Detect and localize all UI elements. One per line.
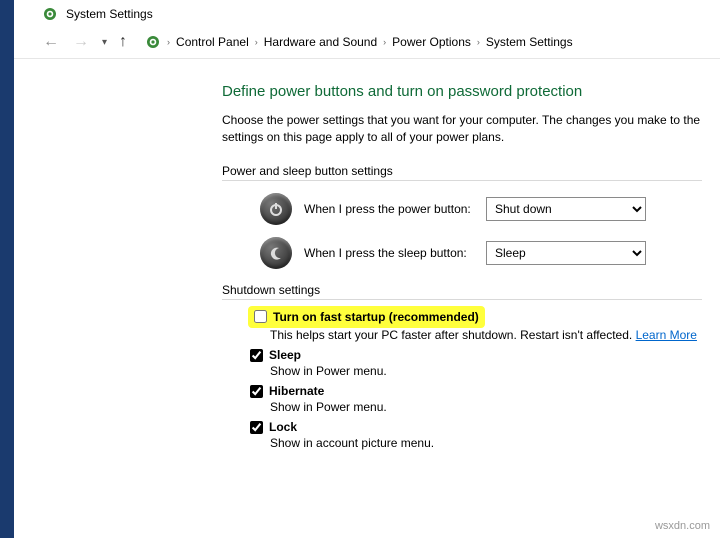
- chevron-right-icon: ›: [383, 37, 386, 47]
- address-bar: ← → ▾ ↑ › Control Panel › Hardware and S…: [0, 28, 720, 59]
- fast-startup-checkbox[interactable]: [254, 310, 267, 323]
- sleep-button-label: When I press the sleep button:: [304, 246, 474, 260]
- sleep-description: Show in Power menu.: [270, 364, 720, 378]
- sleep-checkbox[interactable]: [250, 349, 263, 362]
- chevron-right-icon: ›: [255, 37, 258, 47]
- lock-item: Lock Show in account picture menu.: [250, 420, 720, 450]
- fast-startup-highlight: Turn on fast startup (recommended): [250, 308, 483, 326]
- hibernate-label: Hibernate: [269, 384, 324, 398]
- history-dropdown-icon[interactable]: ▾: [102, 37, 107, 48]
- sleep-icon: [260, 237, 292, 269]
- chevron-right-icon: ›: [477, 37, 480, 47]
- sleep-button-row: When I press the sleep button: Sleep: [260, 237, 720, 269]
- power-options-icon: [42, 6, 58, 22]
- fast-startup-description: This helps start your PC faster after sh…: [270, 328, 720, 342]
- power-button-action-select[interactable]: Shut down: [486, 197, 646, 221]
- shutdown-settings-list: Turn on fast startup (recommended) This …: [250, 308, 720, 451]
- up-button[interactable]: ↑: [119, 33, 127, 51]
- forward-button: →: [72, 33, 90, 51]
- watermark: wsxdn.com: [655, 520, 710, 532]
- power-button-label: When I press the power button:: [304, 202, 474, 216]
- lock-checkbox[interactable]: [250, 421, 263, 434]
- sleep-label: Sleep: [269, 348, 301, 362]
- breadcrumb-item[interactable]: Hardware and Sound: [264, 35, 377, 49]
- sleep-button-action-select[interactable]: Sleep: [486, 241, 646, 265]
- fast-startup-item: Turn on fast startup (recommended) This …: [250, 308, 720, 343]
- section-header-shutdown: Shutdown settings: [222, 283, 702, 300]
- hibernate-description: Show in Power menu.: [270, 400, 720, 414]
- chevron-right-icon: ›: [167, 37, 170, 47]
- back-button[interactable]: ←: [42, 33, 60, 51]
- breadcrumb-item[interactable]: Control Panel: [176, 35, 249, 49]
- page-description: Choose the power settings that you want …: [222, 112, 720, 146]
- power-button-row: When I press the power button: Shut down: [260, 193, 720, 225]
- power-options-icon: [145, 34, 161, 50]
- sleep-item: Sleep Show in Power menu.: [250, 348, 720, 378]
- window-edge-stripe: [0, 0, 14, 538]
- breadcrumb-item[interactable]: System Settings: [486, 35, 573, 49]
- section-header-button-settings: Power and sleep button settings: [222, 164, 702, 181]
- hibernate-item: Hibernate Show in Power menu.: [250, 384, 720, 414]
- page-title: Define power buttons and turn on passwor…: [222, 83, 720, 100]
- title-bar: System Settings: [0, 0, 720, 28]
- learn-more-link[interactable]: Learn More: [636, 328, 697, 342]
- window-title: System Settings: [66, 7, 153, 21]
- lock-description: Show in account picture menu.: [270, 436, 720, 450]
- power-icon: [260, 193, 292, 225]
- hibernate-checkbox[interactable]: [250, 385, 263, 398]
- breadcrumb[interactable]: › Control Panel › Hardware and Sound › P…: [139, 32, 579, 52]
- content-area: Define power buttons and turn on passwor…: [0, 59, 720, 450]
- fast-startup-label: Turn on fast startup (recommended): [273, 310, 479, 324]
- lock-label: Lock: [269, 420, 297, 434]
- breadcrumb-item[interactable]: Power Options: [392, 35, 471, 49]
